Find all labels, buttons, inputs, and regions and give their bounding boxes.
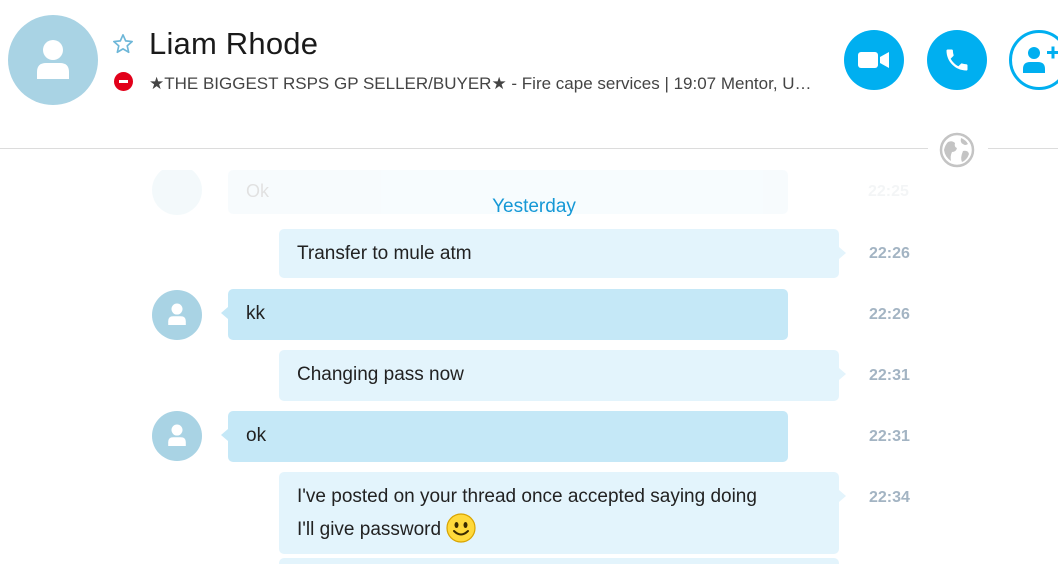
next-message-bubble-partial (279, 558, 839, 564)
outgoing-message-bubble[interactable]: Transfer to mule atm (279, 229, 846, 278)
contact-name[interactable]: Liam Rhode (149, 26, 318, 62)
phone-icon (946, 49, 968, 71)
person-icon (37, 40, 69, 79)
message-timestamp: 22:31 (869, 428, 910, 445)
message-text-line: I've posted on your thread once accepted… (297, 486, 757, 507)
video-call-button[interactable] (844, 30, 904, 90)
incoming-message-bubble[interactable]: ok (221, 411, 788, 462)
message-text: I'll give password (297, 519, 442, 540)
person-icon (168, 303, 186, 325)
favorite-star-icon[interactable] (112, 33, 134, 55)
contact-mood-message: ★THE BIGGEST RSPS GP SELLER/BUYER★ - Fir… (149, 74, 814, 93)
video-camera-icon (858, 52, 889, 68)
contact-avatar[interactable] (8, 15, 98, 105)
person-icon (168, 424, 186, 446)
header-divider-right (988, 148, 1058, 149)
incoming-message-bubble[interactable]: kk (221, 289, 788, 340)
outgoing-message-bubble[interactable]: Changing pass now (279, 350, 846, 401)
contact-message-avatar[interactable] (152, 290, 202, 340)
outgoing-message-bubble[interactable]: I've posted on your thread once accepted… (279, 472, 846, 554)
message-list[interactable]: Ok 22:25 Yesterday Transfer to mule atm … (0, 170, 1058, 564)
add-participant-button[interactable] (1009, 30, 1058, 90)
contact-message-avatar[interactable] (152, 411, 202, 461)
header-divider-left (0, 148, 928, 149)
message-timestamp: 22:26 (869, 245, 910, 262)
conversation-header: Liam Rhode ★THE BIGGEST RSPS GP SELLER/B… (0, 0, 1058, 150)
audio-call-button[interactable] (927, 30, 987, 90)
message-timestamp: 22:26 (869, 306, 910, 323)
date-separator: Yesterday (492, 196, 576, 217)
smiley-icon (446, 513, 476, 543)
do-not-disturb-status-icon (114, 72, 133, 91)
globe-icon[interactable] (939, 132, 975, 168)
add-person-icon (1023, 46, 1058, 73)
message-timestamp: 22:31 (869, 367, 910, 384)
message-timestamp: 22:34 (869, 489, 910, 506)
message-text-line-with-emoji: I'll give password (297, 513, 821, 546)
